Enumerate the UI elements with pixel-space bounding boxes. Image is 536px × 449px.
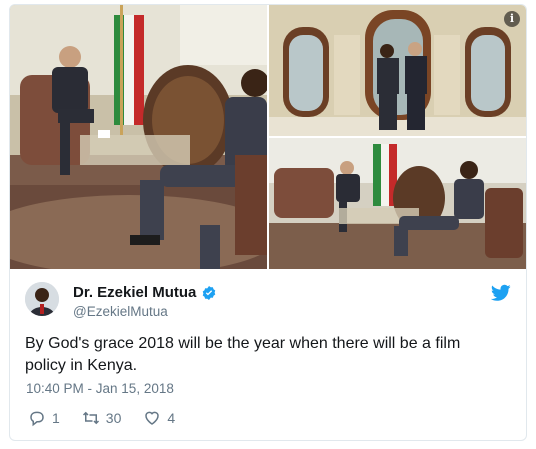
- reply-icon: [30, 411, 44, 427]
- info-icon[interactable]: i: [504, 11, 520, 27]
- photo-standing-pair[interactable]: i: [269, 5, 526, 136]
- photo-meeting-seated[interactable]: [269, 138, 526, 269]
- like-count: 4: [167, 410, 176, 426]
- author-name[interactable]: Dr. Ezekiel Mutua: [73, 284, 196, 301]
- tweet-text: By God's grace 2018 will be the year whe…: [25, 335, 461, 374]
- twitter-bird-icon[interactable]: [491, 284, 511, 302]
- photo-meeting-wide[interactable]: [10, 5, 267, 269]
- reply-count: 1: [52, 410, 60, 426]
- tweet-timestamp[interactable]: 10:40 PM - Jan 15, 2018: [26, 381, 174, 396]
- verified-badge-icon: [203, 285, 216, 300]
- like-button[interactable]: 4: [143, 409, 175, 427]
- tweet-card[interactable]: i Dr. Ezekiel Mutua @EzekielMutua By God…: [9, 4, 527, 441]
- retweet-icon: [82, 411, 99, 425]
- author-handle[interactable]: @EzekielMutua: [73, 304, 168, 319]
- reply-button[interactable]: 1: [28, 409, 60, 427]
- retweet-button[interactable]: 30: [82, 409, 122, 427]
- tweet-header: Dr. Ezekiel Mutua @EzekielMutua: [25, 280, 515, 324]
- photo-grid: i: [10, 5, 526, 269]
- avatar[interactable]: [25, 282, 59, 316]
- retweet-count: 30: [105, 410, 122, 426]
- heart-icon: [145, 411, 160, 425]
- tweet-actions: 1 30 4: [28, 409, 197, 427]
